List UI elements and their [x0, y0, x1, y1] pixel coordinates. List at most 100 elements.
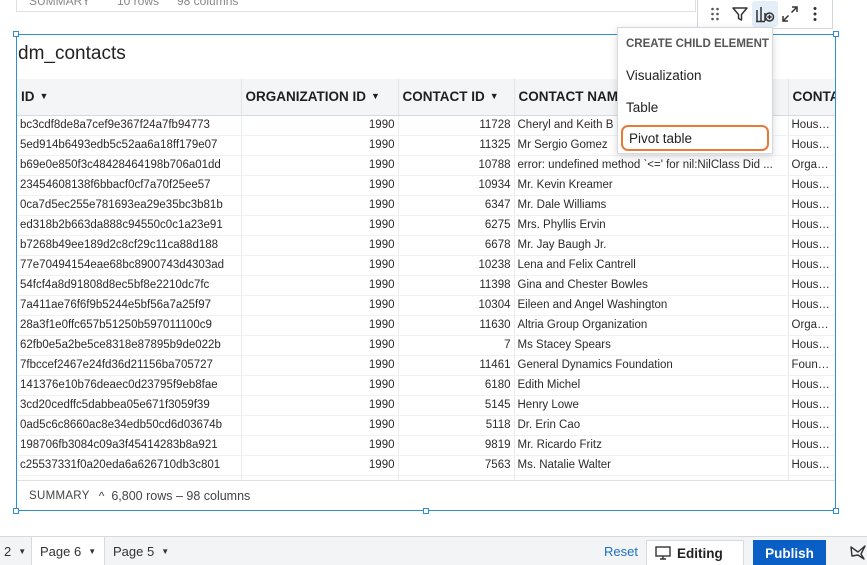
table-cell[interactable]: 1990	[241, 455, 399, 476]
table-cell[interactable]: ed318b2b663da888c94550c0c1a23e91	[17, 215, 242, 236]
table-cell[interactable]: 54fcf4a8d91808d8ec5bf8e2210dc7fc	[17, 275, 242, 296]
table-cell[interactable]: 7	[398, 335, 515, 356]
table-cell[interactable]: 5ed914b6493edb5c52aa6a18ff179e07	[17, 135, 242, 156]
table-cell[interactable]: 11398	[398, 275, 515, 296]
bird-icon[interactable]	[849, 543, 867, 561]
table-cell[interactable]: 10238	[398, 255, 515, 276]
table-cell[interactable]: 0ad5c6c8660ac8e34edb50cd6d03674b	[17, 415, 242, 436]
table-cell[interactable]: 0ca7d5ec255e781693ea29e35bc3b81b	[17, 195, 242, 216]
table-cell[interactable]: error: undefined method `<=' for nil:Nil…	[514, 155, 789, 176]
table-cell[interactable]: Henry Lowe	[514, 395, 789, 416]
table-cell[interactable]: Househo	[788, 455, 835, 476]
table-row[interactable]: 54fcf4a8d91808d8ec5bf8e2210dc7fc 1990 1139…	[17, 275, 835, 296]
table-cell[interactable]: 10788	[398, 155, 515, 176]
table-cell[interactable]: Dr. Erin Cao	[514, 415, 789, 436]
table-cell[interactable]: 1990	[241, 255, 399, 276]
table-cell[interactable]: 198706fb3084c09a3f45414283b8a921	[17, 435, 242, 456]
drag-icon[interactable]	[702, 1, 727, 27]
table-row[interactable]: b69e0e850f3c48428464198b706a01dd 1990 1078…	[17, 155, 835, 176]
chevron-down-icon[interactable]: ▼	[18, 547, 26, 556]
mode-selector[interactable]: Editing	[646, 540, 744, 565]
table-cell[interactable]: Househo	[788, 435, 835, 456]
table-cell[interactable]: Househo	[788, 235, 835, 256]
table-cell[interactable]: Mr. Kevin Kreamer	[514, 175, 789, 196]
menu-item-table[interactable]: Table	[620, 94, 770, 120]
table-cell[interactable]: c25537331f0a20eda6a626710db3c801	[17, 455, 242, 476]
resize-handle[interactable]	[833, 508, 839, 514]
table-cell[interactable]: Organiza	[788, 315, 835, 336]
table-cell[interactable]: Mr. Ricardo Fritz	[514, 435, 789, 456]
table-cell[interactable]: Househo	[788, 135, 835, 156]
table-cell[interactable]: 23454608138f6bbacf0cf7a70f25ee57	[17, 175, 242, 196]
table-cell[interactable]: Househo	[788, 415, 835, 436]
table-cell[interactable]: 1990	[241, 215, 399, 236]
table-row[interactable]: 0ad5c6c8660ac8e34edb50cd6d03674b 1990 5118…	[17, 415, 835, 436]
table-cell[interactable]: 1990	[241, 355, 399, 376]
more-icon[interactable]	[803, 1, 828, 27]
reset-link[interactable]: Reset	[604, 544, 638, 559]
resize-handle[interactable]	[13, 508, 19, 514]
table-row[interactable]: b7268b49ee189d2c8cf29c11ca88d188 1990 6678…	[17, 235, 835, 256]
table-cell[interactable]: 1990	[241, 135, 399, 156]
table-cell[interactable]: Edith Michel	[514, 375, 789, 396]
chevron-up-icon[interactable]: ^	[99, 489, 105, 503]
sort-caret-icon[interactable]: ▼	[40, 91, 49, 101]
page-tab[interactable]: 2 ▼	[0, 537, 34, 565]
table-row[interactable]: 3cd20cedffc5dabbea05e671f3059f39 1990 5145…	[17, 395, 835, 416]
page-tab-active[interactable]: Page 6 ▼	[31, 537, 106, 565]
table-cell[interactable]: Gina and Chester Bowles	[514, 275, 789, 296]
column-header-id[interactable]: ID ▼	[17, 79, 242, 116]
table-cell[interactable]: General Dynamics Foundation	[514, 355, 789, 376]
table-cell[interactable]: 28a3f1e0ffc657b51250b597011100c9	[17, 315, 242, 336]
column-header-contact-id[interactable]: CONTACT ID ▼	[398, 79, 515, 116]
table-cell[interactable]: Househo	[788, 255, 835, 276]
table-cell[interactable]: 3cd20cedffc5dabbea05e671f3059f39	[17, 395, 242, 416]
table-cell[interactable]: 1990	[241, 275, 399, 296]
table-cell[interactable]: 77e70494154eae68bc8900743d4303ad	[17, 255, 242, 276]
table-cell[interactable]: 1990	[241, 175, 399, 196]
table-cell[interactable]: 6678	[398, 235, 515, 256]
table-cell[interactable]: Househo	[788, 195, 835, 216]
chevron-down-icon[interactable]: ▼	[161, 547, 169, 556]
table-row[interactable]: 7a411ae76f6f9b5244e5bf56a7a25f97 1990 1030…	[17, 295, 835, 316]
table-cell[interactable]: 11325	[398, 135, 515, 156]
table-cell[interactable]: Mrs. Phyllis Ervin	[514, 215, 789, 236]
add-chart-icon[interactable]	[752, 1, 778, 27]
table-row[interactable]: 23454608138f6bbacf0cf7a70f25ee57 1990 1093…	[17, 175, 835, 196]
expand-icon[interactable]	[778, 1, 803, 27]
table-cell[interactable]: 6347	[398, 195, 515, 216]
table-cell[interactable]: 1990	[241, 335, 399, 356]
table-row[interactable]: 28a3f1e0ffc657b51250b597011100c9 1990 1163…	[17, 315, 835, 336]
table-cell[interactable]: Househo	[788, 275, 835, 296]
column-header-contact-type[interactable]: CONTA	[788, 79, 835, 116]
table-cell[interactable]: 10304	[398, 295, 515, 316]
table-cell[interactable]: 5118	[398, 415, 515, 436]
table-row[interactable]: 77e70494154eae68bc8900743d4303ad 1990 1023…	[17, 255, 835, 276]
menu-item-visualization[interactable]: Visualization	[620, 62, 770, 88]
table-cell[interactable]: Househo	[788, 175, 835, 196]
table-cell[interactable]: 141376e10b76deaec0d23795f9eb8fae	[17, 375, 242, 396]
table-cell[interactable]: 7a411ae76f6f9b5244e5bf56a7a25f97	[17, 295, 242, 316]
table-cell[interactable]: 1990	[241, 155, 399, 176]
table-cell[interactable]: Mr. Dale Williams	[514, 195, 789, 216]
table-cell[interactable]: Ms. Natalie Walter	[514, 455, 789, 476]
table-cell[interactable]: Househo	[788, 335, 835, 356]
chevron-down-icon[interactable]: ▼	[88, 547, 96, 556]
page-tab[interactable]: Page 5 ▼	[105, 537, 177, 565]
table-cell[interactable]: 6180	[398, 375, 515, 396]
table-cell[interactable]: 1990	[241, 235, 399, 256]
table-row[interactable]: ed318b2b663da888c94550c0c1a23e91 1990 6275…	[17, 215, 835, 236]
table-cell[interactable]: 9819	[398, 435, 515, 456]
table-cell[interactable]: Eileen and Angel Washington	[514, 295, 789, 316]
sort-caret-icon[interactable]: ▼	[490, 91, 499, 101]
table-cell[interactable]: Househo	[788, 215, 835, 236]
table-row[interactable]: 62fb0e5a2be5ce8318e87895b9de022b 1990 7 Ms …	[17, 335, 835, 356]
table-cell[interactable]: Foundat	[788, 355, 835, 376]
table-cell[interactable]: Househo	[788, 295, 835, 316]
table-cell[interactable]: 11461	[398, 355, 515, 376]
publish-button[interactable]: Publish	[753, 540, 826, 565]
table-cell[interactable]: 11630	[398, 315, 515, 336]
table-cell[interactable]: Househo	[788, 375, 835, 396]
table-cell[interactable]: 1990	[241, 315, 399, 336]
table-cell[interactable]: 7563	[398, 455, 515, 476]
